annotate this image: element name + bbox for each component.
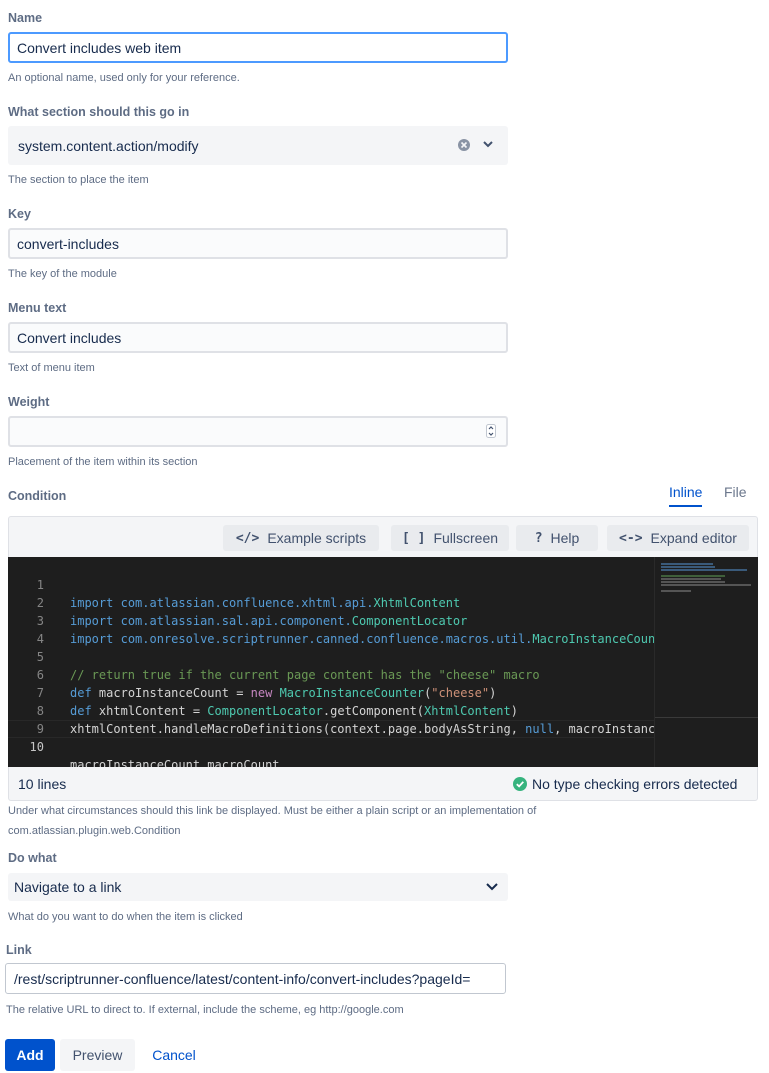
- link-label: Link: [6, 943, 32, 957]
- key-help: The key of the module: [8, 268, 117, 280]
- example-scripts-label: Example scripts: [267, 530, 367, 546]
- code-line: 9: [8, 702, 654, 736]
- add-button[interactable]: Add: [5, 1039, 55, 1071]
- cancel-button[interactable]: Cancel: [142, 1039, 206, 1071]
- expand-editor-label: Expand editor: [650, 530, 737, 546]
- tab-inline-label: Inline: [669, 484, 703, 507]
- fullscreen-label: Fullscreen: [433, 530, 499, 546]
- section-label: What section should this go in: [8, 105, 190, 119]
- minimap-preview: [655, 563, 758, 718]
- type-check-status: No type checking errors detected: [532, 776, 738, 792]
- fullscreen-icon: [ ]: [401, 530, 426, 546]
- help-button[interactable]: ? Help: [516, 525, 598, 551]
- do-what-label: Do what: [8, 851, 57, 865]
- tab-file[interactable]: File: [724, 484, 747, 502]
- code-line: 1 import com.atlassian.confluence.xhtml.…: [8, 558, 654, 610]
- fullscreen-button[interactable]: [ ] Fullscreen: [391, 525, 509, 551]
- expand-editor-button[interactable]: <-> Expand editor: [607, 525, 749, 551]
- example-scripts-button[interactable]: </> Example scripts: [223, 525, 379, 551]
- link-input[interactable]: /rest/scriptrunner-confluence/latest/con…: [5, 963, 506, 994]
- menu-text-help: Text of menu item: [8, 362, 95, 374]
- section-help: The section to place the item: [8, 174, 149, 186]
- question-icon: ?: [534, 530, 543, 546]
- code-icon: </>: [235, 530, 260, 546]
- chevron-down-icon[interactable]: [485, 882, 499, 892]
- key-input[interactable]: convert-includes: [8, 228, 508, 259]
- menu-text-label: Menu text: [8, 301, 67, 315]
- condition-help-line2: com.atlassian.plugin.web.Condition: [8, 825, 181, 837]
- code-line: 5 // return true if the current page con…: [8, 630, 654, 682]
- code-line: 3 import com.onresolve.scriptrunner.cann…: [8, 594, 655, 646]
- code-line: 7 def xhtmlContent = ComponentLocator.ge…: [8, 666, 654, 718]
- stepper-icon[interactable]: [486, 424, 496, 438]
- code-minimap[interactable]: [654, 557, 758, 767]
- help-label: Help: [550, 530, 580, 546]
- link-help: The relative URL to direct to. If extern…: [6, 1004, 404, 1016]
- name-label: Name: [8, 11, 43, 25]
- menu-text-input[interactable]: Convert includes: [8, 322, 508, 353]
- editor-line-count: 10 lines: [18, 776, 67, 792]
- name-input[interactable]: Convert includes web item: [8, 32, 508, 63]
- chevron-down-icon[interactable]: [482, 140, 494, 150]
- code-line: 2 import com.atlassian.sal.api.component…: [8, 576, 654, 628]
- do-what-value: Navigate to a link: [14, 879, 122, 895]
- condition-help-line1: Under what circumstances should this lin…: [8, 805, 537, 817]
- preview-button[interactable]: Preview: [60, 1039, 135, 1071]
- weight-help: Placement of the item within its section: [8, 456, 198, 468]
- code-text: macroInstanceCount.macroCount: [70, 758, 280, 767]
- weight-input[interactable]: [8, 416, 508, 447]
- check-circle-icon: [513, 777, 527, 791]
- code-line: 4: [8, 612, 654, 646]
- name-help: An optional name, used only for your ref…: [8, 72, 240, 84]
- code-line: 10 macroInstanceCount.macroCount: [8, 720, 654, 767]
- clear-icon[interactable]: [457, 138, 471, 152]
- tab-inline[interactable]: Inline: [669, 484, 703, 507]
- weight-label: Weight: [8, 395, 50, 409]
- section-select[interactable]: system.content.action/modify: [8, 126, 508, 165]
- tab-file-label: File: [724, 484, 747, 500]
- do-what-select[interactable]: Navigate to a link: [8, 873, 508, 901]
- line-number: 10: [29, 740, 44, 754]
- section-value: system.content.action/modify: [18, 137, 199, 154]
- expand-icon: <->: [619, 530, 643, 546]
- code-line: 6 def macroInstanceCount = new MacroInst…: [8, 648, 654, 700]
- code-editor[interactable]: 1 import com.atlassian.confluence.xhtml.…: [8, 557, 758, 767]
- key-label: Key: [8, 207, 31, 221]
- condition-label: Condition: [8, 489, 67, 503]
- code-line: 8 xhtmlContent.handleMacroDefinitions(co…: [8, 684, 655, 736]
- do-what-help: What do you want to do when the item is …: [8, 911, 243, 923]
- link-value: /rest/scriptrunner-confluence/latest/con…: [14, 970, 471, 987]
